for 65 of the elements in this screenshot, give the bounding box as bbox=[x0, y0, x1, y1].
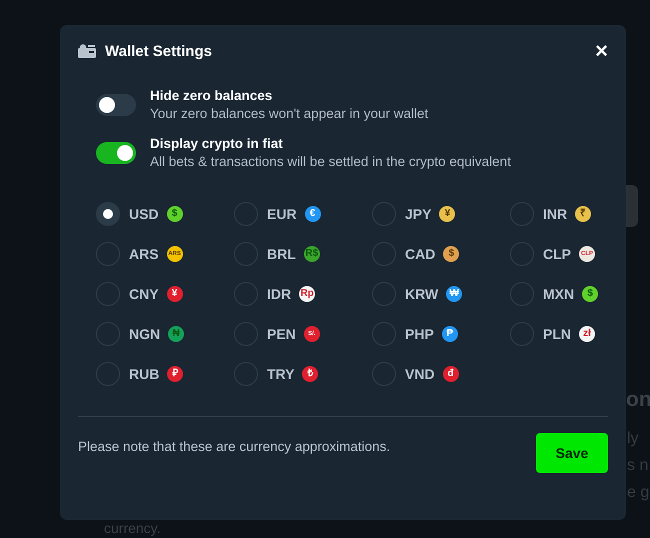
radio-button[interactable] bbox=[96, 202, 120, 226]
coin-icon: $ bbox=[166, 206, 183, 222]
currency-code: JPY bbox=[405, 206, 432, 222]
radio-button[interactable] bbox=[96, 322, 120, 346]
coin-icon: R$ bbox=[304, 246, 320, 262]
note-text: Please note that these are currency approximations. bbox=[78, 439, 390, 454]
close-button[interactable]: × bbox=[595, 40, 608, 62]
radio-button[interactable] bbox=[96, 282, 120, 306]
radio-button[interactable] bbox=[372, 202, 396, 226]
radio-button[interactable] bbox=[234, 282, 258, 306]
currency-code: EUR bbox=[267, 206, 297, 222]
radio-button[interactable] bbox=[234, 202, 258, 226]
coin-icon: zł bbox=[579, 326, 595, 342]
currency-code: RUB bbox=[129, 366, 160, 382]
currency-code: USD bbox=[129, 206, 159, 222]
radio-button[interactable] bbox=[234, 362, 258, 386]
radio-button[interactable] bbox=[234, 242, 258, 266]
coin-icon: ₺ bbox=[302, 366, 318, 382]
radio-button[interactable] bbox=[96, 242, 120, 266]
radio-button[interactable] bbox=[510, 322, 534, 346]
coin-icon: ₦ bbox=[168, 326, 184, 342]
toggle-switch[interactable] bbox=[96, 94, 136, 116]
currency-code: ARS bbox=[129, 246, 159, 262]
coin-icon: $ bbox=[443, 246, 460, 262]
currency-code: NGN bbox=[129, 326, 160, 342]
coin-icon: ¥ bbox=[439, 206, 456, 222]
currency-code: KRW bbox=[405, 286, 438, 302]
currency-code: TRY bbox=[267, 366, 294, 382]
radio-button[interactable] bbox=[510, 202, 534, 226]
currency-code: CAD bbox=[405, 246, 436, 262]
save-button[interactable]: Save bbox=[536, 433, 608, 473]
wallet-icon bbox=[78, 44, 96, 58]
radio-button[interactable] bbox=[372, 242, 396, 266]
currency-code: VND bbox=[405, 366, 435, 382]
currency-code: INR bbox=[543, 206, 568, 222]
radio-button[interactable] bbox=[372, 282, 396, 306]
coin-icon: ₱ bbox=[442, 326, 458, 342]
toggle-description: Your zero balances won't appear in your wallet bbox=[150, 106, 428, 121]
coin-icon: Rp bbox=[299, 286, 316, 302]
coin-icon: đ bbox=[442, 366, 459, 382]
coin-icon: ¥ bbox=[166, 286, 183, 302]
radio-button[interactable] bbox=[234, 322, 258, 346]
radio-button[interactable] bbox=[96, 362, 120, 386]
coin-icon: $ bbox=[582, 286, 598, 302]
radio-button[interactable] bbox=[510, 242, 534, 266]
currency-code: PLN bbox=[543, 326, 571, 342]
currency-code: PHP bbox=[405, 326, 434, 342]
coin-icon: ₩ bbox=[446, 286, 462, 302]
coin-icon: € bbox=[304, 206, 321, 222]
currency-code: CLP bbox=[543, 246, 571, 262]
toggle-switch[interactable] bbox=[96, 142, 136, 164]
toggle-label: Hide zero balances bbox=[150, 88, 274, 103]
toggle-label: Display crypto in fiat bbox=[150, 136, 284, 151]
radio-button[interactable] bbox=[510, 282, 534, 306]
radio-button[interactable] bbox=[372, 362, 396, 386]
toggle-description: All bets & transactions will be settled in the crypto equivalent bbox=[150, 154, 511, 169]
currency-code: PEN bbox=[267, 326, 296, 342]
currency-code: IDR bbox=[267, 286, 292, 302]
currency-code: BRL bbox=[267, 246, 296, 262]
currency-code: MXN bbox=[543, 286, 574, 302]
radio-button[interactable] bbox=[372, 322, 396, 346]
currency-code: CNY bbox=[129, 286, 159, 302]
dialog-title: Wallet Settings bbox=[105, 42, 212, 60]
coin-icon: ₽ bbox=[167, 366, 184, 382]
coin-icon: ₹ bbox=[575, 206, 592, 222]
